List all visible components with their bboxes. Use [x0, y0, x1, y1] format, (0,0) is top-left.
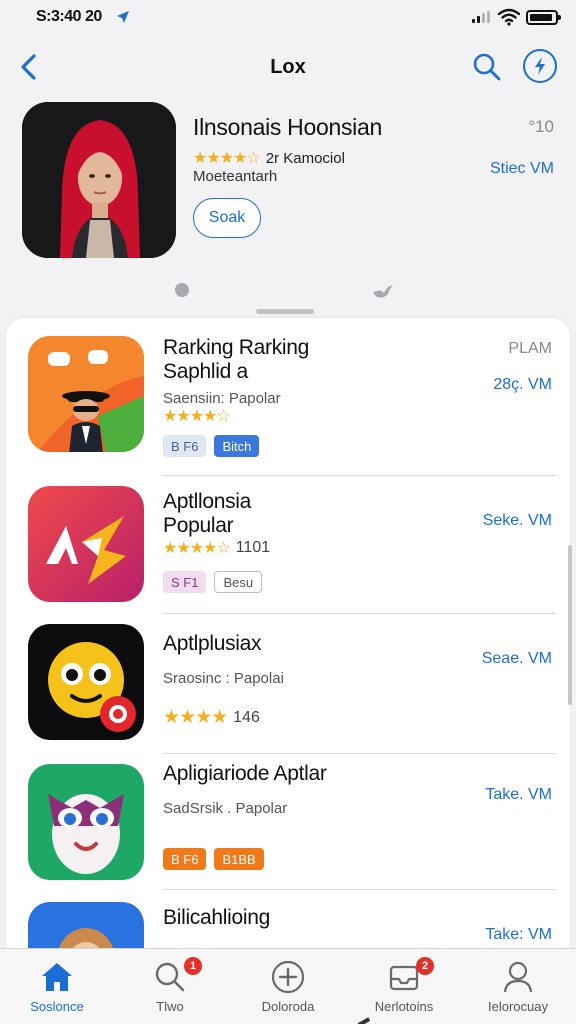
app-price[interactable]: Take. VM: [485, 786, 552, 804]
home-icon: [42, 963, 72, 991]
app-icon: [28, 336, 144, 452]
featured-rating-text: 2r Kamociol: [265, 149, 345, 167]
featured-get-button[interactable]: Soak: [193, 198, 261, 238]
app-tags: S F1 Besu: [163, 571, 263, 593]
tab-profile[interactable]: Ielorocuay: [468, 959, 568, 1014]
tab-bar: Soslonce 1 Tlwo Doloroda 2 Nerlotoins Ie…: [0, 948, 576, 1024]
app-rating-count: 1101: [235, 539, 271, 556]
star-rating-icon: ★★★★: [163, 707, 228, 728]
featured-app-price: Stiec VM: [489, 160, 554, 177]
app-tags: B F6 B1BB: [163, 848, 264, 870]
status-bar: S:3:40 20: [0, 0, 576, 36]
app-row[interactable]: Aptllonsia Popular ★★★★☆ 1101 Seke. VM S…: [6, 476, 570, 614]
navigation-bar: Lox: [0, 44, 576, 90]
app-name: Aptllonsia Popular: [163, 490, 251, 538]
app-name: Aptlplusiax: [163, 632, 262, 655]
app-rating: ★★★★☆ 1101: [163, 538, 270, 558]
search-icon: [155, 962, 185, 992]
app-rating: ★★★★☆: [163, 406, 231, 426]
location-arrow-icon: [117, 11, 129, 23]
tab-label: Doloroda: [261, 999, 315, 1014]
star-rating-icon: ★★★★☆: [163, 540, 231, 557]
star-app-icon: [28, 486, 144, 602]
search-button[interactable]: [470, 50, 504, 84]
add-circle-icon: [271, 960, 305, 994]
app-tag[interactable]: B F6: [163, 435, 207, 457]
emoji-app-icon: [28, 624, 144, 740]
app-rating-count: 146: [233, 708, 260, 726]
app-icon: [28, 764, 144, 880]
bird-icon: [373, 285, 393, 298]
app-subtitle: SadSrsik . Papolar: [163, 800, 288, 817]
app-tag[interactable]: S F1: [163, 571, 207, 593]
tab-label: Nerlotoins: [374, 999, 434, 1014]
app-row[interactable]: Apligiariode Aptlar SadSrsik . Papolar T…: [6, 754, 570, 890]
app-tag[interactable]: B1BB: [214, 848, 264, 870]
app-icon: [28, 624, 144, 740]
app-name: Bilicahlioing: [163, 906, 270, 929]
app-name-line-2: Saphlid a: [163, 360, 248, 383]
featured-app-icon: [22, 102, 176, 258]
detective-app-icon: [28, 336, 144, 452]
app-tag[interactable]: Bitch: [214, 435, 260, 457]
tab-add[interactable]: Doloroda: [238, 959, 338, 1014]
app-price[interactable]: Take: VM: [485, 926, 552, 944]
app-tags: B F6 Bitch: [163, 435, 260, 457]
tab-home[interactable]: Soslonce: [7, 959, 107, 1014]
app-icon: [28, 486, 144, 602]
app-price[interactable]: Seke. VM: [483, 512, 552, 530]
app-tag[interactable]: Besu: [214, 571, 263, 593]
tab-label: Ielorocuay: [488, 999, 548, 1014]
battery-icon: [526, 10, 561, 25]
app-row[interactable]: Rarking Rarking Saphlid a Saensiin: Papo…: [6, 318, 570, 476]
tab-search[interactable]: 1 Tlwo: [120, 957, 220, 1014]
featured-age-rating: °10: [528, 117, 554, 136]
featured-app-subtitle: Moeteantarh: [193, 168, 278, 185]
app-name-line-1: Aptllonsia: [163, 490, 252, 513]
app-rating: ★★★★ 146: [163, 706, 260, 729]
app-name-line-1: Rarking Rarking: [163, 336, 310, 359]
scrollbar[interactable]: [568, 545, 572, 705]
app-list: Rarking Rarking Saphlid a Saensiin: Papo…: [6, 318, 570, 958]
cellular-signal-icon: [472, 11, 490, 23]
sheet-grabber[interactable]: [256, 309, 314, 314]
profile-icon: [503, 961, 533, 993]
bolt-icon: [535, 57, 545, 75]
tab-label: Soslonce: [30, 999, 84, 1014]
featured-app[interactable]: Ilnsonais Hoonsian °10 ★★★★☆ 2r Kamociol…: [0, 100, 576, 270]
status-time: S:3:40 20: [36, 8, 102, 25]
portrait-image: [22, 102, 176, 258]
home-indicator: [357, 1017, 371, 1024]
app-rank: PLAM: [508, 340, 552, 357]
search-icon: [473, 53, 501, 81]
page-indicator: [0, 281, 576, 301]
app-subtitle: Saensiin: Papolar: [163, 390, 281, 407]
app-name-line-2: Popular: [163, 514, 234, 537]
app-row[interactable]: Aptlplusiax Sraosinc : Papolai ★★★★ 146 …: [6, 614, 570, 754]
tab-notifications[interactable]: 2 Nerlotoins: [354, 957, 454, 1014]
notification-badge: 2: [416, 957, 434, 975]
app-name: Rarking Rarking Saphlid a: [163, 336, 309, 384]
featured-app-title: Ilnsonais Hoonsian: [193, 114, 382, 140]
app-name: Apligiariode Aptlar: [163, 762, 327, 785]
star-rating-icon: ★★★★☆: [163, 408, 231, 425]
tab-label: Tlwo: [156, 999, 184, 1014]
owl-app-icon: [28, 764, 144, 880]
app-tag[interactable]: B F6: [163, 848, 207, 870]
featured-rating: ★★★★☆ 2r Kamociol: [193, 148, 345, 168]
star-rating-icon: ★★★★☆: [193, 150, 261, 167]
app-price[interactable]: 28ç. VM: [493, 376, 552, 394]
app-price[interactable]: Seae. VM: [482, 650, 552, 668]
notification-badge: 1: [184, 957, 202, 975]
globe-icon: [175, 283, 189, 297]
quick-action-button[interactable]: [523, 49, 557, 83]
wifi-icon: [498, 8, 520, 26]
app-subtitle: Sraosinc : Papolai: [163, 670, 284, 687]
